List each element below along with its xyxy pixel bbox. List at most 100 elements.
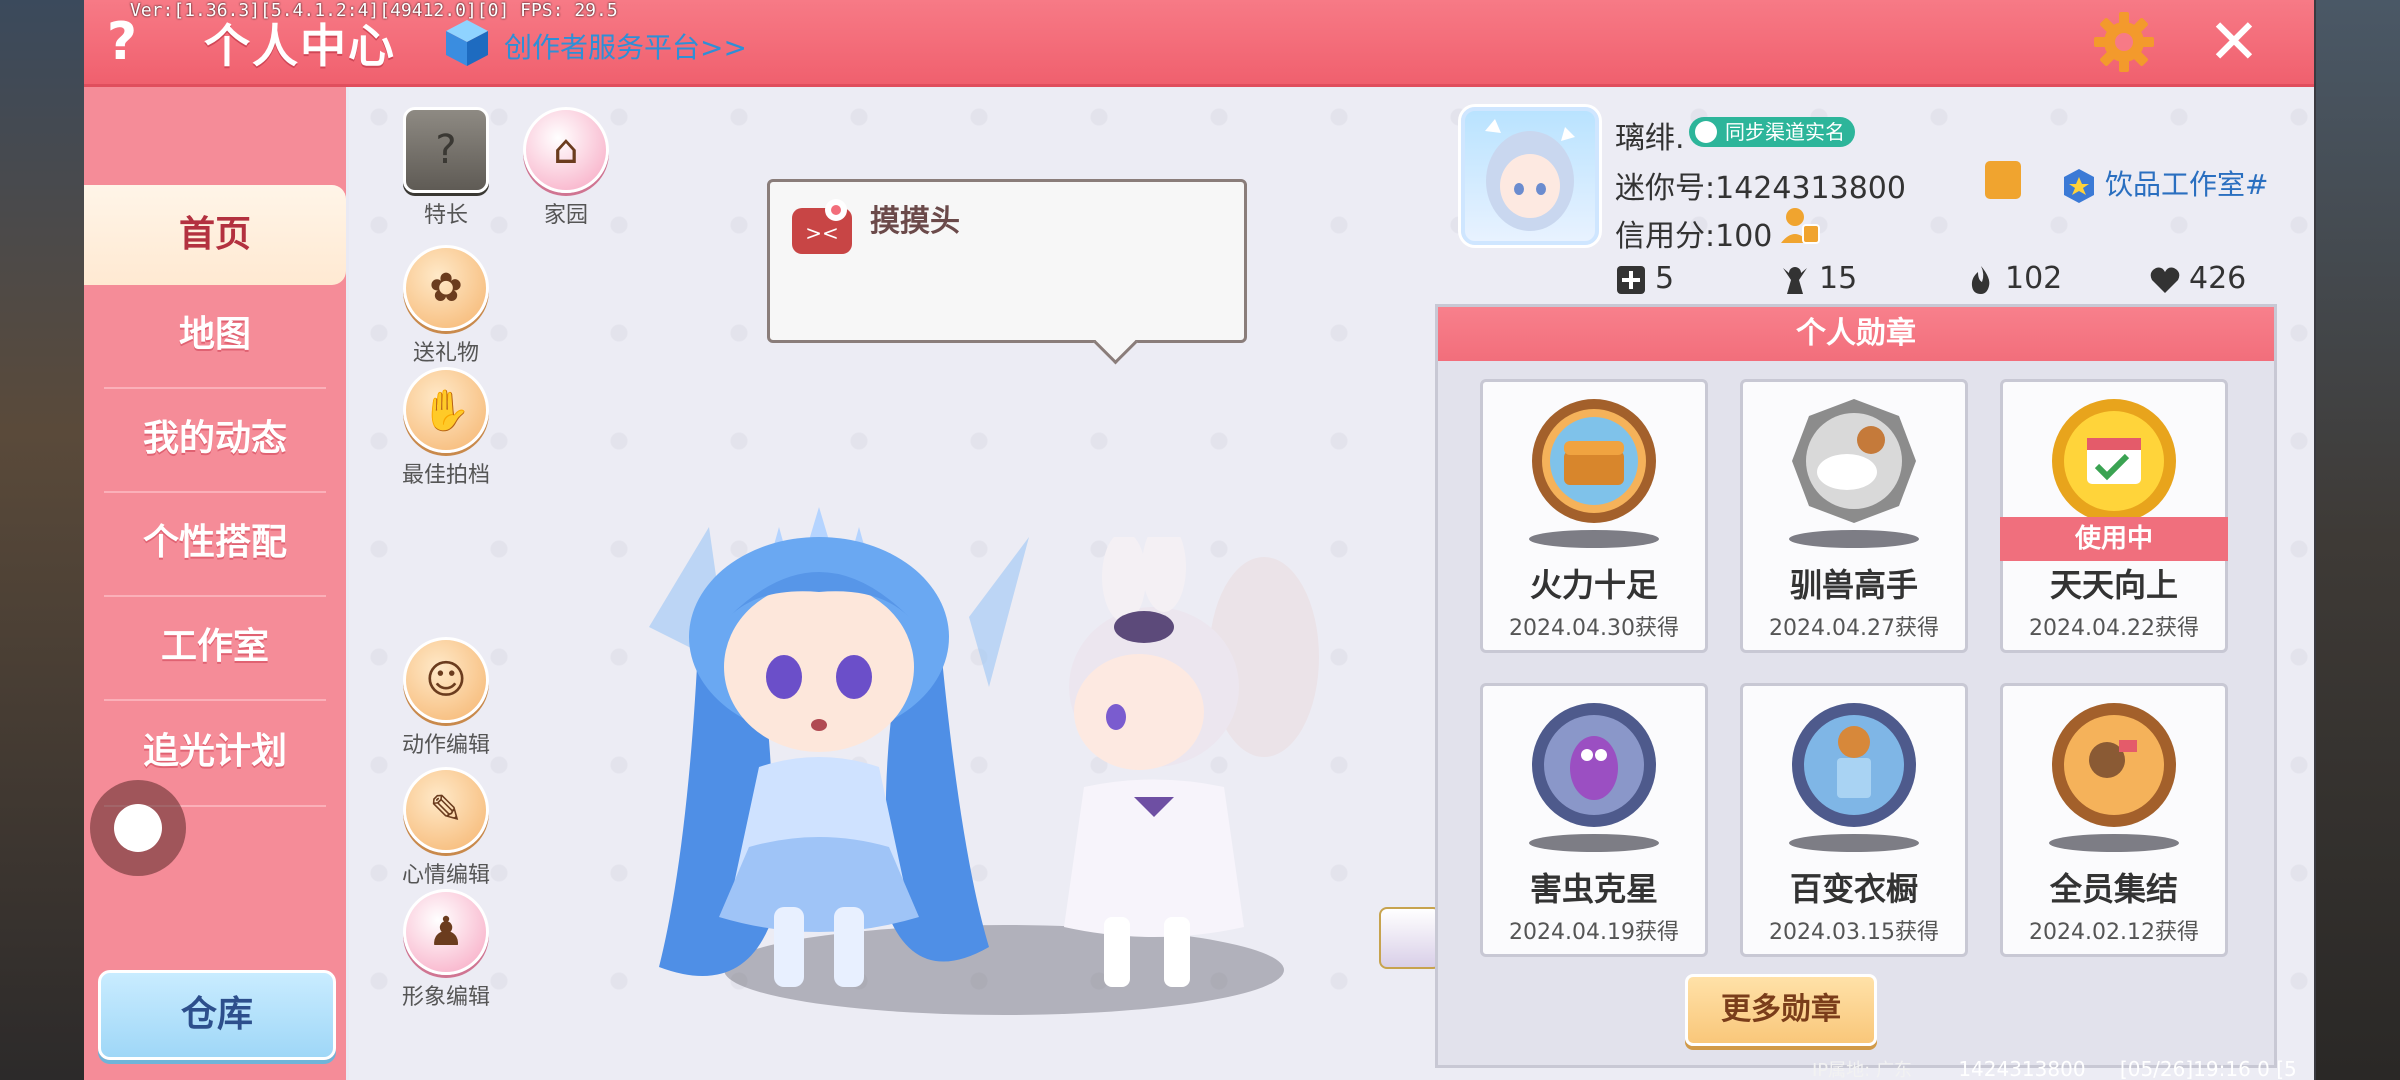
medal-shadow bbox=[2049, 834, 2179, 852]
cube-icon bbox=[446, 20, 488, 66]
heart-icon bbox=[2150, 267, 2180, 293]
creator-platform-link[interactable]: 创作者服务平台>> bbox=[504, 26, 747, 66]
tamer-medal-icon bbox=[1792, 399, 1916, 523]
medal-card[interactable]: 百变衣橱 2024.03.15获得 bbox=[1740, 683, 1968, 957]
edit-icon: ✎ bbox=[403, 767, 489, 853]
question-block-icon: ? bbox=[403, 107, 489, 193]
flame-icon bbox=[1971, 265, 1990, 294]
gift-icon: ✿ bbox=[403, 245, 489, 331]
floating-assist-button[interactable] bbox=[90, 780, 186, 876]
sidebar-item-map[interactable]: 地图 bbox=[84, 285, 346, 385]
look-edit-label: 形象编辑 bbox=[401, 985, 490, 1010]
background-right bbox=[2316, 0, 2400, 1080]
close-icon[interactable]: ✕ bbox=[2204, 11, 2264, 73]
wardrobe-medal-icon bbox=[1792, 703, 1916, 827]
medal-name: 火力十足 bbox=[1529, 566, 1658, 604]
in-use-badge: 使用中 bbox=[2000, 517, 2228, 561]
popularity-count: 102 bbox=[2005, 261, 2063, 296]
gift-button[interactable]: ✿ 送礼物 bbox=[391, 245, 501, 367]
home-button[interactable]: ⌂ 家园 bbox=[511, 107, 621, 229]
medal-date: 2024.03.15获得 bbox=[1769, 920, 1939, 945]
dress-icon: ♟ bbox=[403, 889, 489, 975]
game-screen: Ver:[1.36.3][5.4.1.2:4][49412.0][0] FPS:… bbox=[0, 0, 2400, 1080]
skills-button[interactable]: ? 特长 bbox=[391, 107, 501, 229]
calendar-medal-icon bbox=[2052, 399, 2176, 523]
gear-icon[interactable] bbox=[2092, 10, 2156, 74]
avatar[interactable] bbox=[1461, 107, 1599, 245]
friends-stat[interactable]: 5 bbox=[1615, 259, 1674, 299]
skills-label: 特长 bbox=[423, 203, 468, 228]
studio-badge-icon bbox=[2064, 169, 2094, 203]
mood-edit-button[interactable]: ✎ 心情编辑 bbox=[391, 767, 501, 889]
person-check-icon bbox=[1695, 121, 1717, 143]
main-character-avatar[interactable] bbox=[589, 467, 1049, 1027]
medal-name: 全员集结 bbox=[2049, 870, 2178, 908]
svg-text:><: >< bbox=[805, 221, 839, 245]
more-medals-button[interactable]: 更多勋章 bbox=[1685, 974, 1877, 1046]
medal-card[interactable]: 使用中 天天向上 2024.04.22获得 bbox=[2000, 379, 2228, 653]
copy-icon[interactable] bbox=[1985, 161, 2021, 199]
fan-icon bbox=[1783, 266, 1807, 294]
personal-center-panel: ? 个人中心 创作者服务平台>> ✕ 首页 地图 我的动态 个性搭配 工作室 追… bbox=[84, 0, 2314, 1080]
medal-shadow bbox=[1789, 530, 1919, 548]
medal-date: 2024.04.19获得 bbox=[1509, 920, 1679, 945]
pet-character-avatar[interactable] bbox=[1044, 537, 1324, 1007]
handshake-icon: ✋ bbox=[403, 367, 489, 453]
action-edit-button[interactable]: ☺ 动作编辑 bbox=[391, 637, 501, 759]
fans-count: 15 bbox=[1819, 261, 1858, 296]
likes-stat[interactable]: 426 bbox=[2149, 259, 2246, 299]
username: 璃绯. bbox=[1615, 121, 1685, 156]
background-left bbox=[0, 0, 84, 1080]
mood-edit-label: 心情编辑 bbox=[401, 863, 490, 888]
credit-person-icon[interactable] bbox=[1779, 205, 1821, 247]
bug-medal-icon bbox=[1532, 703, 1656, 827]
medal-date: 2024.04.30获得 bbox=[1509, 616, 1679, 641]
add-friend-icon bbox=[1617, 265, 1645, 294]
avatar-portrait bbox=[1485, 119, 1575, 231]
footer-time: [05/26]19:16 0 [5 bbox=[2119, 1057, 2297, 1080]
warehouse-button[interactable]: 仓库 bbox=[98, 970, 336, 1060]
studio-link[interactable]: 饮品工作室# bbox=[2061, 163, 2268, 204]
dancer-icon: ☺ bbox=[403, 637, 489, 723]
likes-count: 426 bbox=[2189, 261, 2247, 296]
sidebar-item-home[interactable]: 首页 bbox=[84, 185, 346, 285]
ip-location: IP属地: 广东 bbox=[1812, 1060, 1912, 1080]
main-content: ? 特长 ⌂ 家园 ✿ 送礼物 ✋ 最佳拍档 ☺ 动作编辑 ✎ 心情编辑 ♟ 形… bbox=[349, 87, 2314, 1080]
real-name-badge-label: 同步渠道实名 bbox=[1725, 120, 1845, 144]
medal-card[interactable]: 害虫克星 2024.04.19获得 bbox=[1480, 683, 1708, 957]
footer-uid: 1424313800 bbox=[1958, 1057, 2086, 1080]
mini-id: 迷你号:1424313800 bbox=[1615, 171, 1906, 206]
bubble-text: 摸摸头 bbox=[870, 204, 960, 239]
treasure-chest-medal-icon bbox=[1532, 399, 1656, 523]
sidebar-item-outfit[interactable]: 个性搭配 bbox=[84, 493, 346, 593]
home-label: 家园 bbox=[543, 203, 588, 228]
medal-shadow bbox=[1789, 834, 1919, 852]
credit-score: 信用分:100 bbox=[1615, 219, 1773, 254]
assemble-medal-icon bbox=[2052, 703, 2176, 827]
best-partner-button[interactable]: ✋ 最佳拍档 bbox=[391, 367, 501, 489]
medals-title: 个人勋章 bbox=[1438, 307, 2274, 361]
medal-name: 天天向上 bbox=[2049, 566, 2178, 604]
look-edit-button[interactable]: ♟ 形象编辑 bbox=[391, 889, 501, 1011]
divider bbox=[104, 699, 326, 701]
speech-bubble[interactable]: >< 摸摸头 bbox=[767, 179, 1247, 343]
sidebar: 首页 地图 我的动态 个性搭配 工作室 追光计划 仓库 bbox=[84, 87, 346, 1080]
sidebar-item-my-feed[interactable]: 我的动态 bbox=[84, 389, 346, 489]
stats-row: 5 15 102 426 bbox=[1615, 259, 2314, 299]
help-icon[interactable]: ? bbox=[94, 14, 150, 70]
action-edit-label: 动作编辑 bbox=[401, 733, 490, 758]
medals-panel: 个人勋章 火力十足 2024.04.30获得 驯兽高手 2024.04.27获得… bbox=[1435, 304, 2277, 1068]
medal-card[interactable]: 驯兽高手 2024.04.27获得 bbox=[1740, 379, 1968, 653]
friends-count: 5 bbox=[1655, 261, 1675, 296]
medal-date: 2024.04.22获得 bbox=[2029, 616, 2199, 641]
real-name-badge[interactable]: 同步渠道实名 bbox=[1689, 117, 1855, 147]
footer-info: IP属地: 广东 1424313800 [05/26]19:16 0 [5 bbox=[1812, 1056, 2297, 1080]
fans-stat[interactable]: 15 bbox=[1779, 259, 1857, 299]
medal-card[interactable]: 火力十足 2024.04.30获得 bbox=[1480, 379, 1708, 653]
medal-card[interactable]: 全员集结 2024.02.12获得 bbox=[2000, 683, 2228, 957]
popularity-stat[interactable]: 102 bbox=[1965, 259, 2062, 299]
sidebar-item-studio[interactable]: 工作室 bbox=[84, 597, 346, 697]
pet-avatar bbox=[1379, 907, 1441, 969]
studio-name: 饮品工作室# bbox=[2105, 168, 2269, 201]
gift-label: 送礼物 bbox=[412, 341, 479, 366]
